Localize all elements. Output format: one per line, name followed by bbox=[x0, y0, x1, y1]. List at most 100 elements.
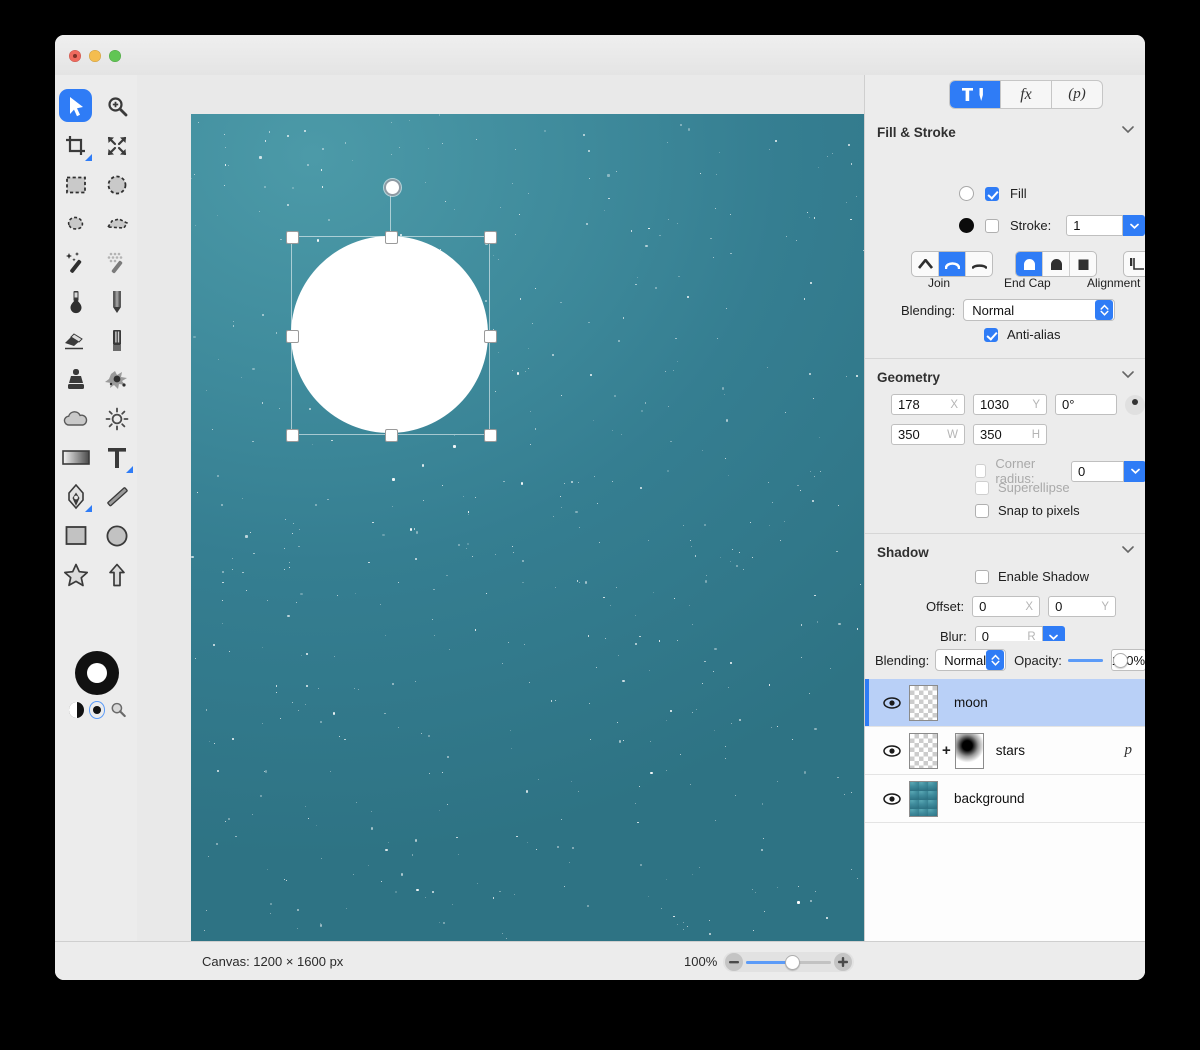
layer-visibility-toggle[interactable] bbox=[877, 744, 907, 757]
geometry-x-field[interactable]: 178 X bbox=[891, 394, 965, 415]
chevron-down-icon[interactable] bbox=[1122, 126, 1134, 134]
instant-alpha-tool[interactable] bbox=[96, 243, 137, 282]
rotation-dial[interactable] bbox=[1125, 394, 1145, 415]
endcap-square-button[interactable] bbox=[1070, 252, 1096, 276]
pencil-tool[interactable] bbox=[96, 282, 137, 321]
chevron-down-icon[interactable] bbox=[1122, 546, 1134, 554]
endcap-butt-button[interactable] bbox=[1043, 252, 1070, 276]
color-picker-loupe-icon[interactable] bbox=[110, 701, 127, 719]
arrow-tool[interactable] bbox=[96, 555, 137, 594]
layer-name[interactable]: background bbox=[954, 791, 1025, 806]
fill-blending-popup[interactable]: Normal bbox=[963, 299, 1116, 321]
text-tool[interactable] bbox=[96, 438, 137, 477]
layer-visibility-toggle[interactable] bbox=[877, 792, 907, 805]
join-round-button[interactable] bbox=[939, 252, 966, 276]
layer-name[interactable]: stars bbox=[996, 743, 1025, 758]
superellipse-checkbox[interactable] bbox=[975, 480, 989, 495]
corner-radius-checkbox[interactable] bbox=[975, 464, 987, 478]
swap-colors-icon[interactable] bbox=[69, 702, 84, 718]
blur-tool[interactable] bbox=[55, 399, 96, 438]
chevron-down-icon[interactable] bbox=[1122, 371, 1134, 379]
corner-radius-stepper[interactable] bbox=[1124, 460, 1145, 482]
stroke-color-swatch[interactable] bbox=[959, 218, 974, 233]
geometry-w-field[interactable]: 350 W bbox=[891, 424, 965, 445]
canvas-area[interactable] bbox=[137, 75, 864, 941]
snap-to-pixels-checkbox[interactable] bbox=[975, 503, 989, 518]
elliptical-marquee-tool[interactable] bbox=[96, 165, 137, 204]
tab-filters[interactable]: fx bbox=[1001, 81, 1052, 108]
close-button[interactable] bbox=[69, 50, 81, 62]
tab-shape-tools[interactable] bbox=[950, 81, 1001, 108]
stroke-width-field[interactable]: 1 bbox=[1066, 215, 1124, 236]
alignment-inside-button[interactable] bbox=[1124, 252, 1145, 276]
geometry-y-field[interactable]: 1030 Y bbox=[973, 394, 1047, 415]
smudge-tool[interactable] bbox=[96, 360, 137, 399]
shadow-offset-y-field[interactable]: 0 Y bbox=[1048, 596, 1117, 617]
geometry-h-field[interactable]: 350 H bbox=[973, 424, 1047, 445]
layer-mask-thumbnail[interactable] bbox=[954, 732, 984, 769]
layer-row-background[interactable]: background bbox=[865, 775, 1145, 823]
ellipse-tool[interactable] bbox=[96, 516, 137, 555]
join-bevel-button[interactable] bbox=[966, 252, 992, 276]
tab-presets[interactable]: (p) bbox=[1052, 81, 1102, 108]
stroke-width-stepper[interactable] bbox=[1123, 215, 1145, 236]
foreground-background-color-swatch[interactable] bbox=[75, 651, 119, 695]
handle-bottom-center[interactable] bbox=[385, 429, 398, 442]
paint-bucket-tool[interactable] bbox=[55, 282, 96, 321]
clone-stamp-tool[interactable] bbox=[55, 360, 96, 399]
default-colors-icon[interactable] bbox=[88, 701, 106, 719]
antialias-checkbox[interactable] bbox=[984, 327, 998, 342]
dodge-tool[interactable] bbox=[96, 399, 137, 438]
corner-radius-field[interactable]: 0 bbox=[1071, 460, 1124, 482]
minimize-button[interactable] bbox=[89, 50, 101, 62]
bezier-pen-tool[interactable] bbox=[55, 477, 96, 516]
eraser-tool[interactable] bbox=[55, 321, 96, 360]
zoom-in-button[interactable] bbox=[834, 953, 852, 971]
gradient-tool[interactable] bbox=[55, 438, 96, 477]
fill-color-swatch[interactable] bbox=[959, 186, 974, 201]
fill-stroke-header[interactable]: Fill & Stroke bbox=[865, 117, 1145, 147]
layer-row-stars[interactable]: + stars p bbox=[865, 727, 1145, 775]
zoom-slider[interactable] bbox=[746, 954, 831, 970]
brush-tool[interactable] bbox=[96, 321, 137, 360]
opacity-slider[interactable] bbox=[1067, 652, 1128, 668]
shadow-header[interactable]: Shadow bbox=[865, 537, 1145, 567]
magic-wand-tool[interactable] bbox=[55, 243, 96, 282]
layer-row-moon[interactable]: moon bbox=[865, 679, 1145, 727]
rectangle-tool[interactable] bbox=[55, 516, 96, 555]
canvas[interactable] bbox=[191, 114, 864, 941]
fill-checkbox[interactable] bbox=[985, 186, 999, 201]
endcap-round-button[interactable] bbox=[1016, 252, 1043, 276]
zoom-button[interactable] bbox=[109, 50, 121, 62]
line-tool[interactable] bbox=[96, 477, 137, 516]
stroke-checkbox[interactable] bbox=[985, 218, 999, 233]
handle-middle-right[interactable] bbox=[484, 330, 497, 343]
zoom-tool[interactable] bbox=[96, 87, 137, 126]
handle-top-center[interactable] bbox=[385, 231, 398, 244]
lasso-tool[interactable] bbox=[55, 204, 96, 243]
enable-shadow-checkbox[interactable] bbox=[975, 569, 989, 584]
move-tool[interactable] bbox=[55, 87, 96, 126]
handle-bottom-left[interactable] bbox=[286, 429, 299, 442]
rotation-handle[interactable] bbox=[384, 179, 401, 196]
layer-thumbnail[interactable] bbox=[909, 780, 938, 817]
geometry-rotation-field[interactable]: 0° bbox=[1055, 394, 1117, 415]
rectangular-marquee-tool[interactable] bbox=[55, 165, 96, 204]
layer-blending-popup[interactable]: Normal bbox=[935, 649, 1007, 671]
transform-tool[interactable] bbox=[96, 126, 137, 165]
handle-top-left[interactable] bbox=[286, 231, 299, 244]
zoom-out-button[interactable] bbox=[725, 953, 743, 971]
handle-top-right[interactable] bbox=[484, 231, 497, 244]
layer-thumbnail[interactable] bbox=[909, 732, 938, 769]
join-miter-button[interactable] bbox=[912, 252, 939, 276]
polygonal-lasso-tool[interactable] bbox=[96, 204, 137, 243]
handle-bottom-right[interactable] bbox=[484, 429, 497, 442]
handle-middle-left[interactable] bbox=[286, 330, 299, 343]
star-tool[interactable] bbox=[55, 555, 96, 594]
layer-thumbnail[interactable] bbox=[909, 684, 938, 721]
shadow-offset-x-field[interactable]: 0 X bbox=[972, 596, 1041, 617]
layer-name[interactable]: moon bbox=[954, 695, 988, 710]
crop-tool[interactable] bbox=[55, 126, 96, 165]
layer-visibility-toggle[interactable] bbox=[877, 696, 907, 709]
geometry-header[interactable]: Geometry bbox=[865, 362, 1145, 392]
